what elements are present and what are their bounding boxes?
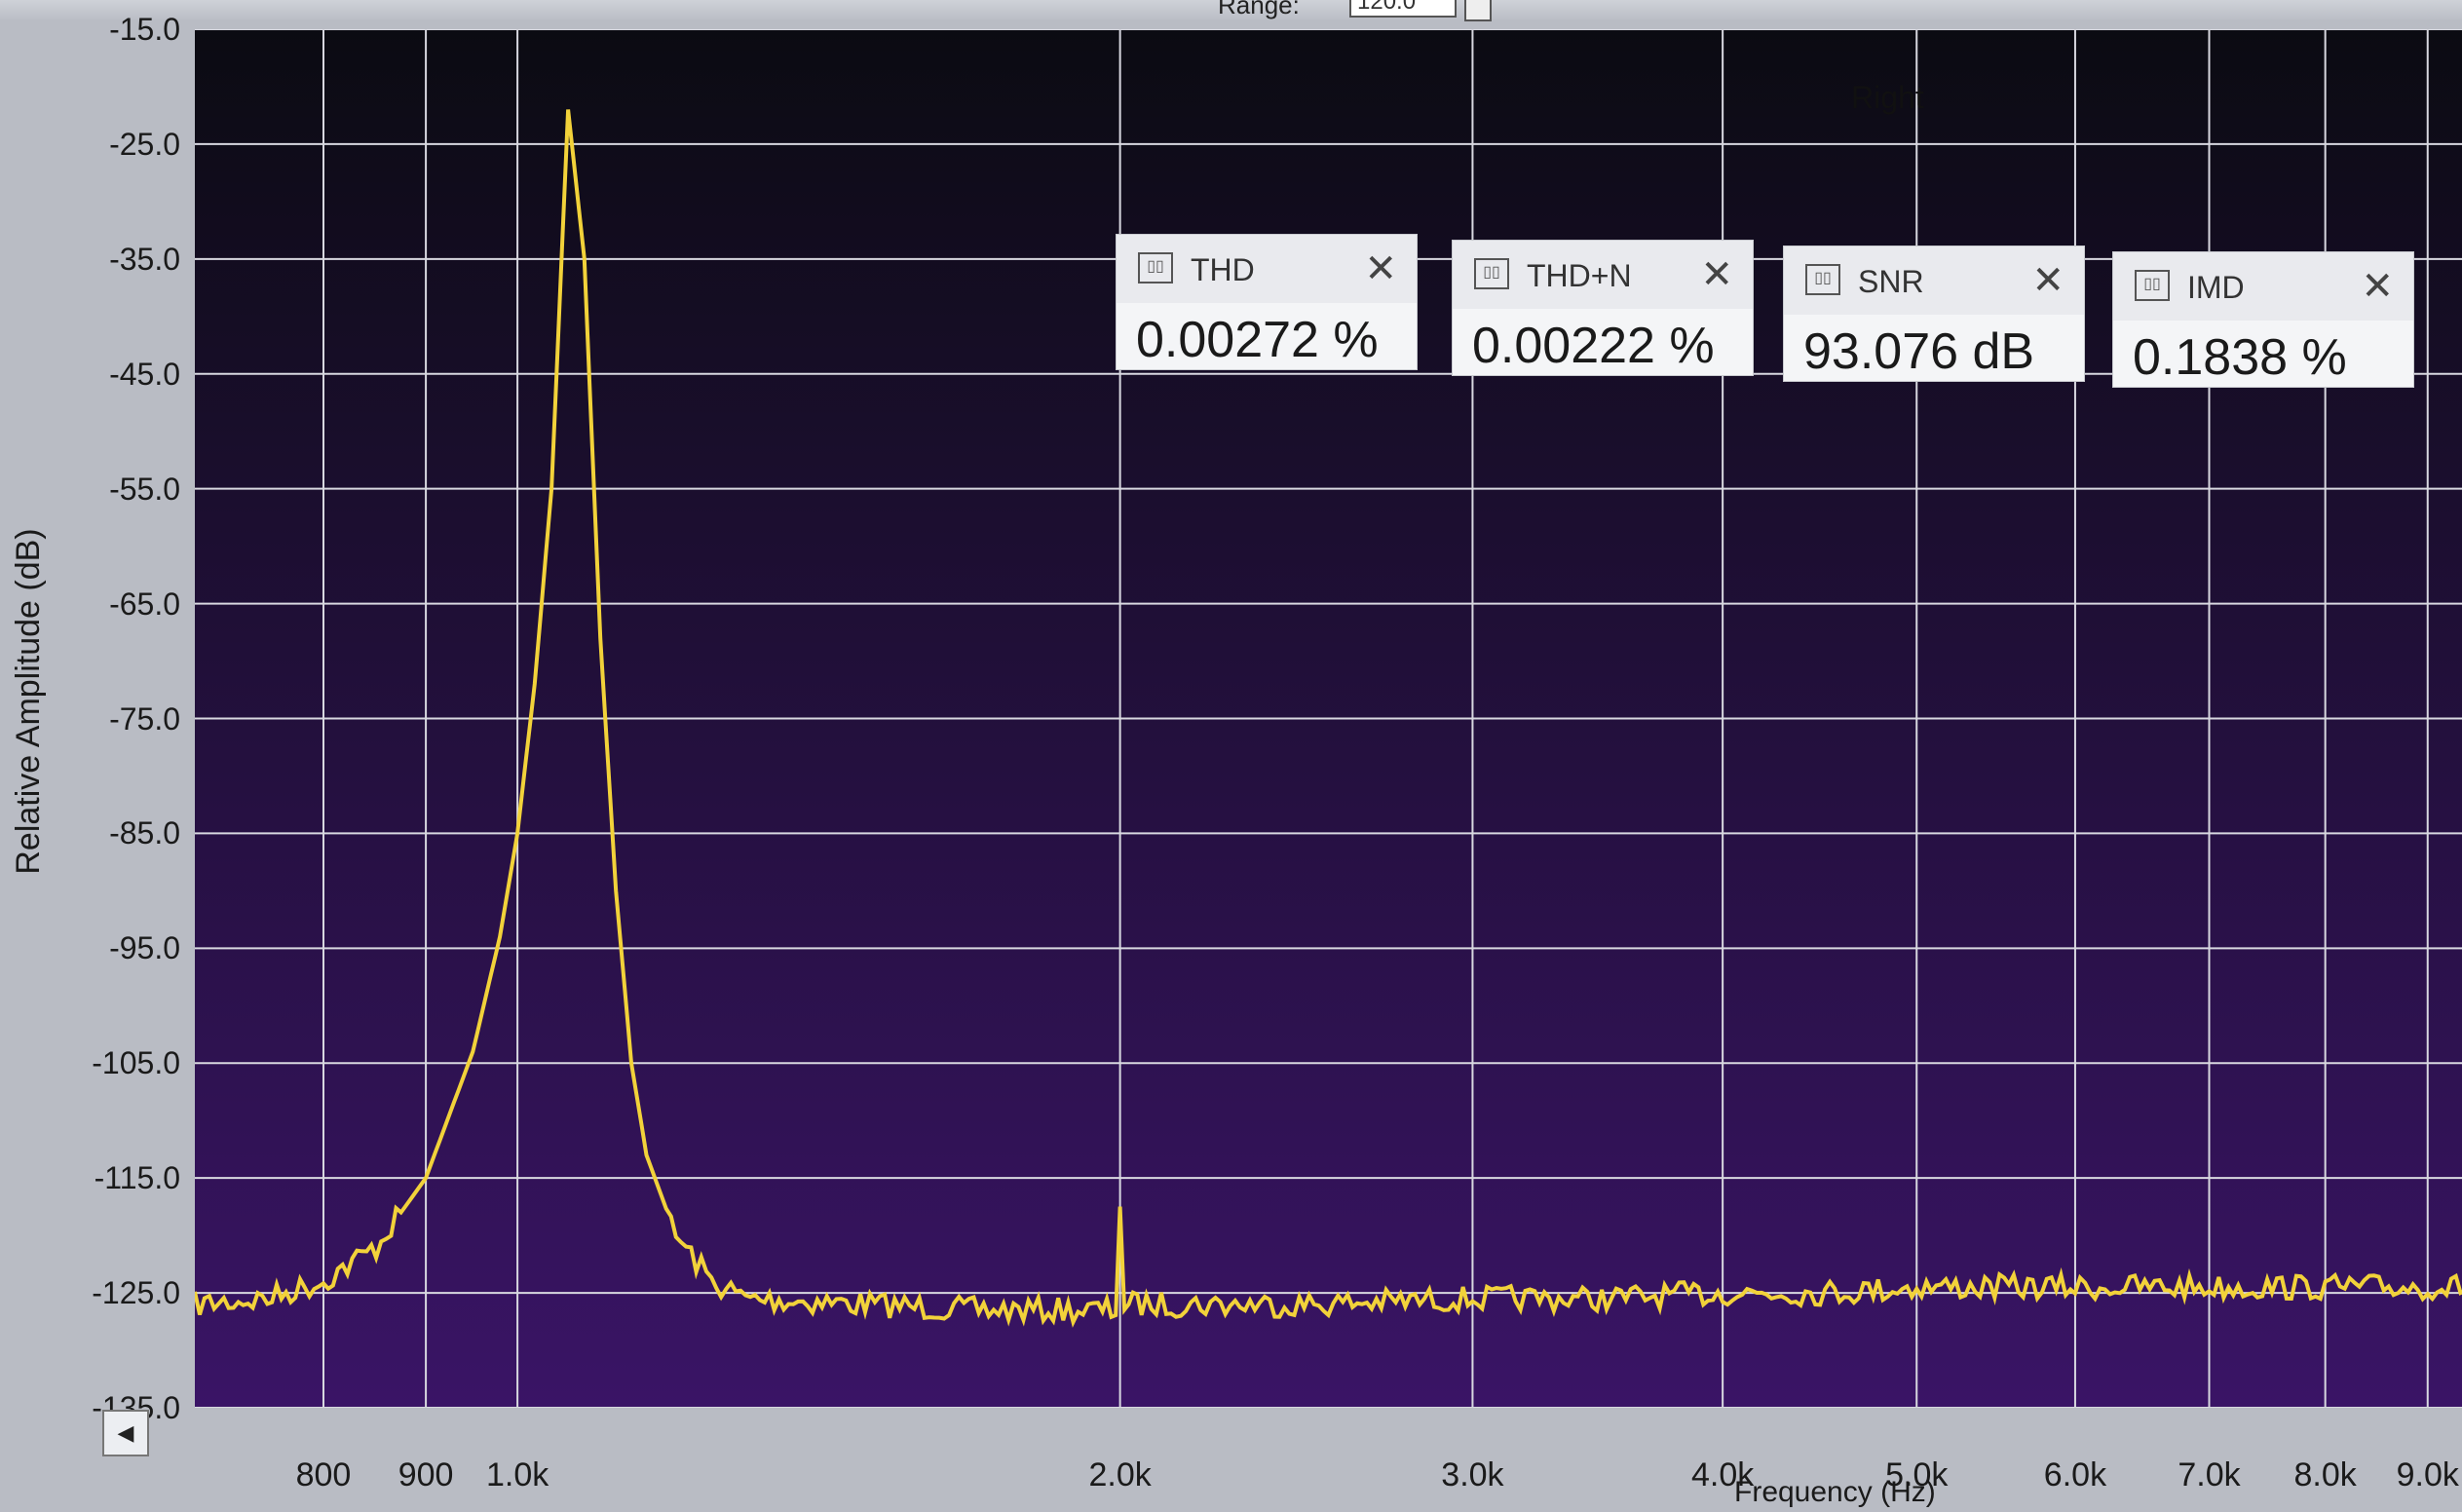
measurement-name: SNR — [1858, 264, 1924, 299]
x-tick-label: 8.0k — [2293, 1456, 2357, 1493]
y-tick-label: -125.0 — [92, 1275, 180, 1311]
pin-icon[interactable]: ▯▯ — [1805, 264, 1840, 295]
close-icon[interactable]: ✕ — [2361, 264, 2394, 309]
scroll-left-button[interactable]: ◀ — [102, 1410, 149, 1456]
measurement-header: ▯▯ SNR ✕ — [1784, 246, 2084, 315]
x-tick-label: 9.0k — [2396, 1456, 2459, 1493]
measurement-panel-snr[interactable]: ▯▯ SNR ✕ 93.076 dB — [1783, 246, 2085, 382]
y-tick-label: -35.0 — [109, 241, 180, 277]
y-tick-label: -25.0 — [109, 126, 180, 162]
close-icon[interactable]: ✕ — [1364, 246, 1397, 291]
measurement-panel-thd-n[interactable]: ▯▯ THD+N ✕ 0.00222 % — [1452, 240, 1754, 376]
x-tick-label: 6.0k — [2043, 1456, 2107, 1493]
pin-icon[interactable]: ▯▯ — [2135, 270, 2170, 301]
measurement-value: 0.00222 % — [1472, 318, 1715, 374]
measurement-header: ▯▯ THD ✕ — [1117, 235, 1417, 303]
close-icon[interactable]: ✕ — [1700, 252, 1733, 297]
y-tick-label: -15.0 — [109, 12, 180, 47]
x-tick-label: 900 — [398, 1456, 454, 1493]
x-tick-label: 800 — [295, 1456, 352, 1493]
x-tick-label: 7.0k — [2178, 1456, 2241, 1493]
measurement-value: 0.1838 % — [2133, 329, 2347, 386]
measurement-value: 93.076 dB — [1803, 323, 2035, 380]
x-tick-label: 2.0k — [1088, 1456, 1152, 1493]
y-tick-label: -115.0 — [94, 1160, 180, 1196]
close-icon[interactable]: ✕ — [2031, 258, 2064, 303]
pin-icon[interactable]: ▯▯ — [1474, 258, 1509, 289]
measurement-value: 0.00272 % — [1136, 312, 1379, 368]
x-tick-label: 1.0k — [485, 1456, 549, 1493]
toolbar-strip: Range: 120.0 — [0, 0, 2462, 21]
x-tick-label: 3.0k — [1441, 1456, 1504, 1493]
range-label: Range: — [1218, 0, 1300, 19]
plot-title: Right — [1851, 80, 1924, 115]
measurement-name: IMD — [2187, 270, 2245, 305]
measurement-panel-thd[interactable]: ▯▯ THD ✕ 0.00272 % — [1116, 234, 1418, 370]
analyzer-window: Range: 120.0 -15.0 -25.0 -35.0 -45.0 -55.0 -6… — [0, 0, 2462, 1512]
pin-icon[interactable]: ▯▯ — [1138, 252, 1173, 284]
range-input[interactable]: 120.0 — [1349, 0, 1457, 18]
measurement-header: ▯▯ THD+N ✕ — [1453, 241, 1753, 309]
y-axis-label: Relative Amplitude (dB) — [10, 528, 47, 875]
measurement-name: THD — [1191, 252, 1255, 287]
measurement-panel-imd[interactable]: ▯▯ IMD ✕ 0.1838 % — [2112, 251, 2414, 388]
x-axis-label: Frequency (Hz) — [1734, 1476, 1936, 1508]
measurement-name: THD+N — [1527, 258, 1632, 293]
y-tick-label: -135.0 — [92, 1390, 180, 1425]
plot-area[interactable]: Right ▯▯ THD ✕ 0.00272 % ▯▯ THD+N ✕ 0.00222 % ▯▯… — [195, 29, 2462, 1408]
measurement-header: ▯▯ IMD ✕ — [2113, 252, 2413, 321]
range-spin-button[interactable] — [1464, 0, 1492, 21]
scroll-left-icon: ◀ — [117, 1420, 134, 1445]
